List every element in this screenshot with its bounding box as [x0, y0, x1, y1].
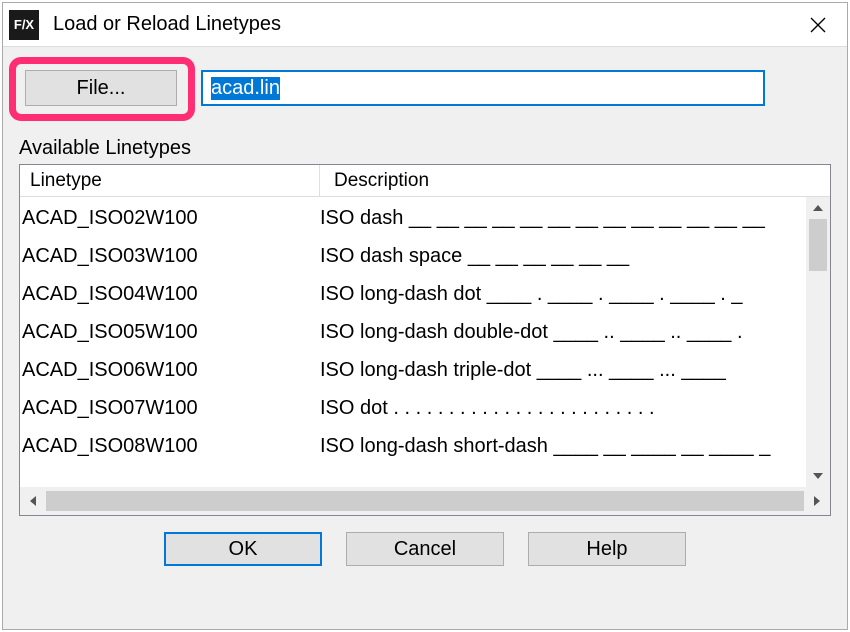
titlebar: F/X Load or Reload Linetypes: [3, 3, 847, 47]
header-description[interactable]: Description: [320, 165, 830, 196]
linetype-listbox[interactable]: Linetype Description ACAD_ISO02W100ISO d…: [19, 164, 831, 516]
cell-linetype: ACAD_ISO05W100: [22, 313, 320, 351]
cell-description: ISO dash space __ __ __ __ __ __: [320, 237, 830, 275]
help-button[interactable]: Help: [528, 532, 686, 566]
list-rows: ACAD_ISO02W100ISO dash __ __ __ __ __ __…: [20, 197, 830, 465]
cell-description: ISO long-dash double-dot ____ .. ____ ..…: [320, 313, 830, 351]
fx-logo-icon: F/X: [9, 10, 39, 40]
vertical-scrollbar[interactable]: [806, 197, 830, 487]
table-row[interactable]: ACAD_ISO04W100ISO long-dash dot ____ . _…: [22, 275, 830, 313]
scroll-down-arrow-icon[interactable]: [806, 465, 830, 487]
cell-description: ISO dash __ __ __ __ __ __ __ __ __ __ _…: [320, 199, 830, 237]
dialog-buttons: OK Cancel Help: [19, 532, 831, 566]
dialog-title: Load or Reload Linetypes: [53, 13, 281, 36]
cancel-button[interactable]: Cancel: [346, 532, 504, 566]
cell-description: ISO dot . . . . . . . . . . . . . . . . …: [320, 389, 830, 427]
scroll-up-arrow-icon[interactable]: [806, 197, 830, 219]
file-input-value: acad.lin: [211, 77, 280, 100]
file-row: File... acad.lin: [19, 57, 831, 119]
horizontal-scroll-thumb[interactable]: [46, 491, 804, 511]
horizontal-scrollbar[interactable]: [20, 487, 830, 515]
cell-linetype: ACAD_ISO08W100: [22, 427, 320, 465]
cell-linetype: ACAD_ISO02W100: [22, 199, 320, 237]
load-linetypes-dialog: F/X Load or Reload Linetypes File... aca…: [2, 2, 848, 630]
table-row[interactable]: ACAD_ISO07W100ISO dot . . . . . . . . . …: [22, 389, 830, 427]
table-row[interactable]: ACAD_ISO05W100ISO long-dash double-dot _…: [22, 313, 830, 351]
header-linetype[interactable]: Linetype: [20, 165, 320, 196]
scroll-right-arrow-icon[interactable]: [804, 487, 830, 515]
file-button[interactable]: File...: [25, 70, 177, 106]
table-row[interactable]: ACAD_ISO06W100ISO long-dash triple-dot _…: [22, 351, 830, 389]
ok-button[interactable]: OK: [164, 532, 322, 566]
cell-description: ISO long-dash dot ____ . ____ . ____ . _…: [320, 275, 830, 313]
table-row[interactable]: ACAD_ISO02W100ISO dash __ __ __ __ __ __…: [22, 199, 830, 237]
table-row[interactable]: ACAD_ISO03W100ISO dash space __ __ __ __…: [22, 237, 830, 275]
cell-linetype: ACAD_ISO03W100: [22, 237, 320, 275]
list-rows-container: ACAD_ISO02W100ISO dash __ __ __ __ __ __…: [20, 197, 830, 515]
close-button[interactable]: [789, 3, 847, 47]
vertical-scroll-thumb[interactable]: [809, 219, 827, 271]
cell-linetype: ACAD_ISO06W100: [22, 351, 320, 389]
cell-linetype: ACAD_ISO04W100: [22, 275, 320, 313]
scroll-left-arrow-icon[interactable]: [20, 487, 46, 515]
cell-linetype: ACAD_ISO07W100: [22, 389, 320, 427]
cell-description: ISO long-dash short-dash ____ __ ____ __…: [320, 427, 830, 465]
close-icon: [810, 17, 826, 33]
list-headers: Linetype Description: [20, 165, 830, 197]
horizontal-scroll-track[interactable]: [46, 491, 804, 511]
file-input[interactable]: acad.lin: [201, 70, 765, 106]
dialog-content: File... acad.lin Available Linetypes Lin…: [3, 47, 847, 629]
available-linetypes-label: Available Linetypes: [19, 137, 831, 160]
cell-description: ISO long-dash triple-dot ____ ... ____ .…: [320, 351, 830, 389]
table-row[interactable]: ACAD_ISO08W100ISO long-dash short-dash _…: [22, 427, 830, 465]
